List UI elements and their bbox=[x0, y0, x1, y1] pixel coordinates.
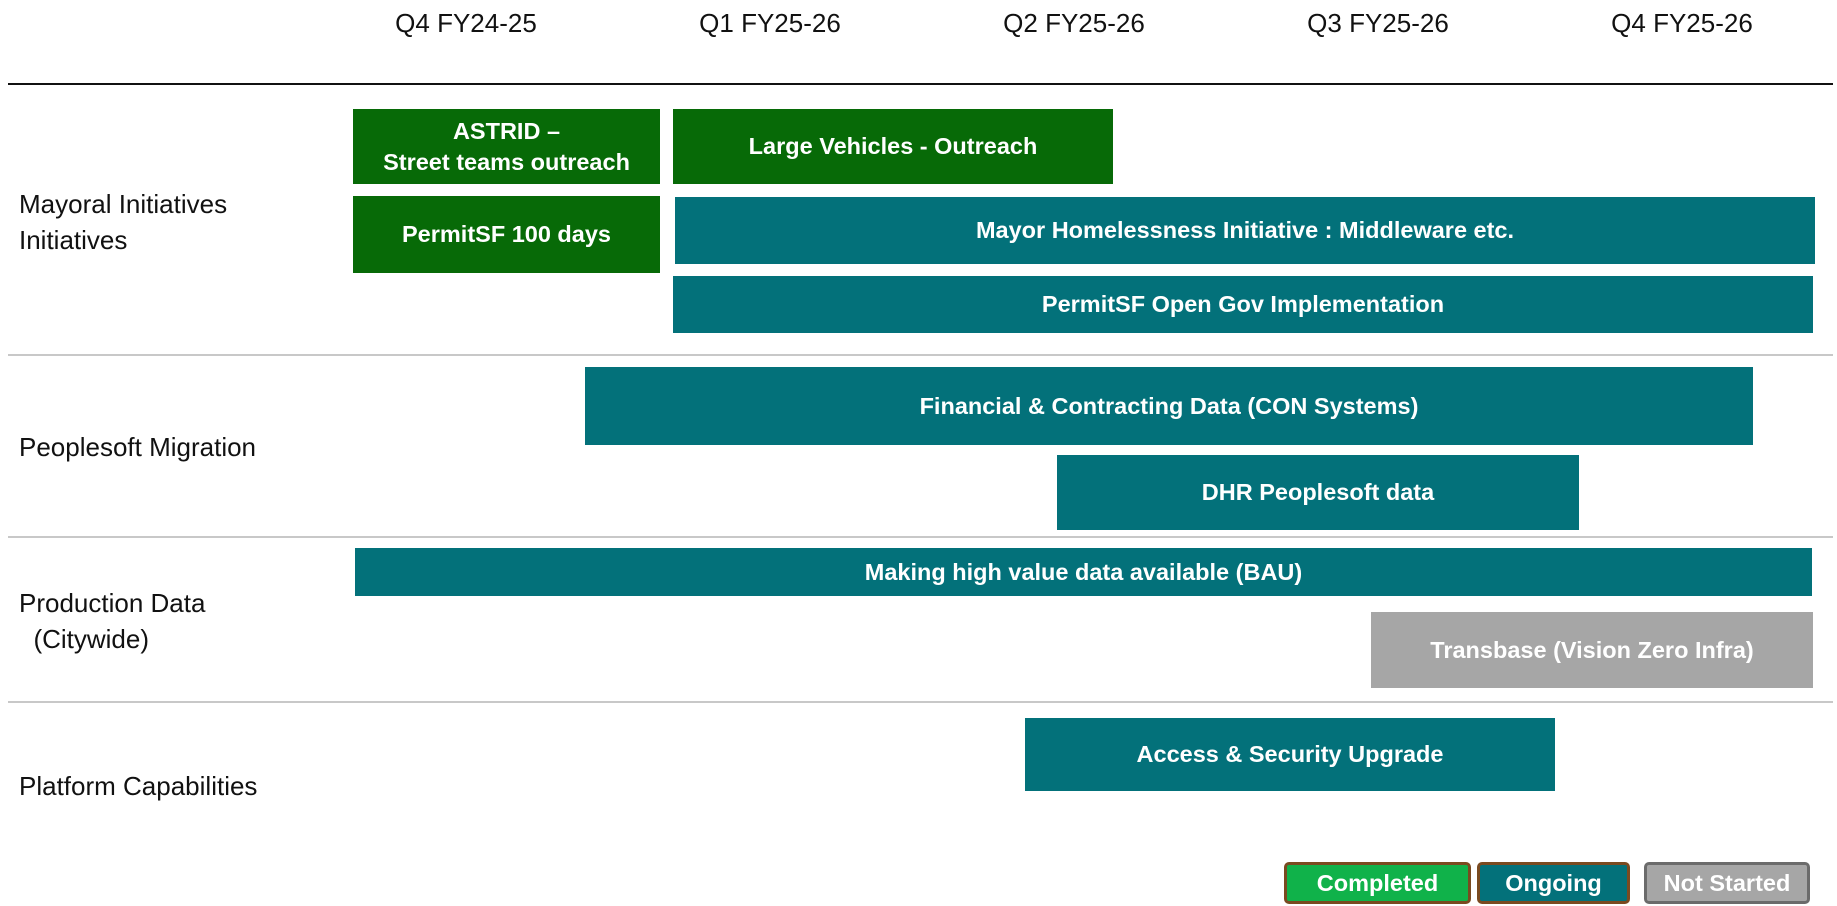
bar-mayor-homelessness-initiative[interactable]: Mayor Homelessness Initiative : Middlewa… bbox=[675, 197, 1815, 264]
bar-dhr-peoplesoft-data[interactable]: DHR Peoplesoft data bbox=[1057, 455, 1579, 530]
row-label-line: Platform Capabilities bbox=[19, 771, 258, 801]
row-label-line: Peoplesoft Migration bbox=[19, 432, 257, 462]
bar-label: PermitSF Open Gov Implementation bbox=[1041, 291, 1445, 317]
bar-label: PermitSF 100 days bbox=[402, 221, 611, 247]
bar-access-security-upgrade[interactable]: Access & Security Upgrade bbox=[1025, 718, 1555, 791]
bar-permitsf-100-days[interactable]: PermitSF 100 days bbox=[353, 196, 660, 273]
bar-label: Transbase (Vision Zero Infra) bbox=[1430, 636, 1754, 663]
row-divider bbox=[8, 354, 1833, 356]
bar-astrid-street-teams[interactable]: ASTRID – Street teams outreach bbox=[353, 109, 660, 184]
row-label-line: (Citywide) bbox=[19, 624, 150, 654]
row-label-line: Production Data bbox=[19, 588, 206, 618]
bar-label: Street teams outreach bbox=[383, 148, 630, 175]
bar-label: ASTRID – bbox=[452, 117, 561, 144]
bar-label: Large Vehicles - Outreach bbox=[748, 133, 1038, 159]
quarter-header-q4-fy24-25: Q4 FY24-25 bbox=[395, 8, 537, 38]
bar-label: DHR Peoplesoft data bbox=[1201, 479, 1435, 505]
row-label-production-data: Production Data (Citywide) bbox=[19, 585, 205, 657]
row-label-peoplesoft-migration: Peoplesoft Migration bbox=[19, 429, 256, 465]
bar-large-vehicles-outreach[interactable]: Large Vehicles - Outreach bbox=[673, 109, 1113, 184]
row-label-line: Initiatives bbox=[19, 225, 128, 255]
quarter-header-q4-fy25-26: Q4 FY25-26 bbox=[1611, 8, 1753, 38]
legend-completed: Completed bbox=[1284, 862, 1471, 904]
legend-not-started: Not Started bbox=[1644, 862, 1810, 904]
row-label-mayoral-initiatives: Mayoral Initiatives Initiatives bbox=[19, 186, 227, 258]
bar-transbase-vision-zero[interactable]: Transbase (Vision Zero Infra) bbox=[1371, 612, 1813, 688]
bar-permitsf-open-gov[interactable]: PermitSF Open Gov Implementation bbox=[673, 276, 1813, 333]
bar-label: Financial & Contracting Data (CON System… bbox=[919, 392, 1419, 419]
quarter-header-q2-fy25-26: Q2 FY25-26 bbox=[1003, 8, 1145, 38]
bar-label: Mayor Homelessness Initiative : Middlewa… bbox=[975, 217, 1515, 243]
row-divider bbox=[8, 536, 1833, 538]
legend-ongoing: Ongoing bbox=[1477, 862, 1630, 904]
bar-financial-contracting-data[interactable]: Financial & Contracting Data (CON System… bbox=[585, 367, 1753, 445]
row-label-line: Mayoral Initiatives bbox=[19, 189, 228, 219]
quarter-header-q3-fy25-26: Q3 FY25-26 bbox=[1307, 8, 1449, 38]
bar-high-value-data[interactable]: Making high value data available (BAU) bbox=[355, 548, 1812, 596]
bar-label: Access & Security Upgrade bbox=[1136, 741, 1444, 767]
quarter-header-q1-fy25-26: Q1 FY25-26 bbox=[699, 8, 841, 38]
row-label-platform-capabilities: Platform Capabilities bbox=[19, 768, 257, 804]
row-divider bbox=[8, 701, 1833, 703]
bar-label: Making high value data available (BAU) bbox=[864, 558, 1303, 585]
header-divider bbox=[8, 83, 1833, 85]
